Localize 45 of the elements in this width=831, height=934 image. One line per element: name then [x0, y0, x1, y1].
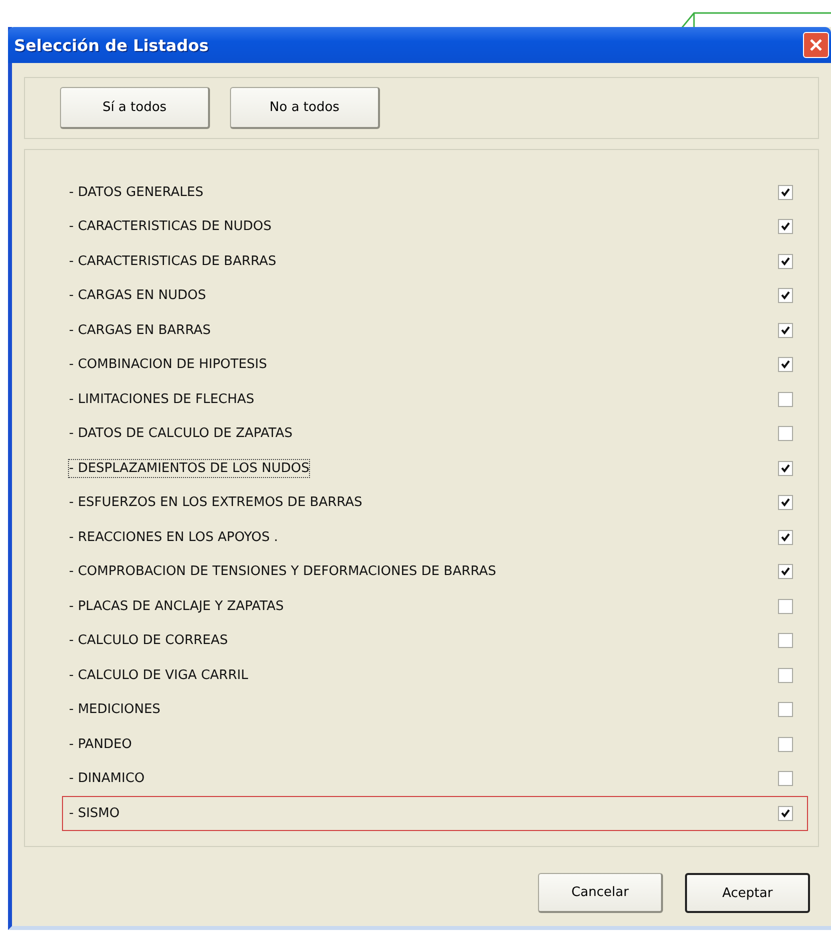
checkbox[interactable]	[778, 426, 793, 442]
checkbox[interactable]	[778, 495, 793, 510]
default-button[interactable]: Aceptar	[685, 873, 810, 913]
item-label[interactable]: - CARGAS EN NUDOS	[68, 286, 207, 306]
item-label[interactable]: - CALCULO DE CORREAS	[68, 631, 229, 650]
item-label[interactable]: - COMBINACION DE HIPOTESIS	[68, 355, 268, 374]
checkbox[interactable]	[778, 806, 793, 821]
item-label[interactable]: - DESPLAZAMIENTOS DE LOS NUDOS	[68, 458, 310, 478]
checkbox[interactable]	[778, 357, 793, 372]
close-icon	[809, 38, 823, 52]
checkbox[interactable]	[778, 736, 793, 752]
checkbox[interactable]	[778, 598, 793, 614]
checkbox[interactable]	[778, 771, 793, 786]
item-label[interactable]: - ESFUERZOS EN LOS EXTREMOS DE BARRAS	[68, 493, 364, 512]
checkbox[interactable]	[778, 288, 793, 304]
item-label[interactable]: - PLACAS DE ANCLAJE Y ZAPATAS	[68, 596, 285, 616]
item-label[interactable]: - CARGAS EN BARRAS	[68, 320, 212, 340]
window-title: Selección de Listados	[14, 36, 209, 54]
dialog-button[interactable]: Cancelar	[538, 873, 663, 913]
select-button[interactable]: Sí a todos	[60, 87, 210, 129]
item-label[interactable]: - REACCIONES EN LOS APOYOS .	[68, 528, 279, 547]
item-label[interactable]: - LIMITACIONES DE FLECHAS	[68, 390, 256, 409]
item-label[interactable]: - SISMO	[68, 804, 121, 823]
checkbox[interactable]	[778, 219, 793, 234]
item-label[interactable]: - DATOS DE CALCULO DE ZAPATAS	[68, 424, 294, 444]
checkbox[interactable]	[778, 392, 793, 407]
item-label[interactable]: - DINAMICO	[68, 769, 146, 788]
checkbox[interactable]	[778, 460, 793, 476]
item-label[interactable]: - CARACTERISTICAS DE BARRAS	[68, 252, 278, 271]
checkbox[interactable]	[778, 668, 793, 683]
item-label[interactable]: - MEDICIONES	[68, 700, 162, 720]
item-label[interactable]: - CARACTERISTICAS DE NUDOS	[68, 217, 273, 236]
close-button[interactable]	[803, 32, 829, 58]
checkbox[interactable]	[778, 184, 793, 200]
checkbox[interactable]	[778, 322, 793, 338]
checkbox[interactable]	[778, 633, 793, 648]
item-label[interactable]: - CALCULO DE VIGA CARRIL	[68, 666, 250, 685]
item-label[interactable]: - PANDEO	[68, 734, 133, 754]
select-button[interactable]: No a todos	[230, 87, 380, 129]
item-label[interactable]: - DATOS GENERALES	[68, 182, 204, 202]
checkbox[interactable]	[778, 702, 793, 718]
checkbox[interactable]	[778, 530, 793, 545]
checkbox[interactable]	[778, 564, 793, 580]
checkbox[interactable]	[778, 254, 793, 269]
item-label[interactable]: - COMPROBACION DE TENSIONES Y DEFORMACIONES DE BARRAS	[68, 562, 498, 582]
